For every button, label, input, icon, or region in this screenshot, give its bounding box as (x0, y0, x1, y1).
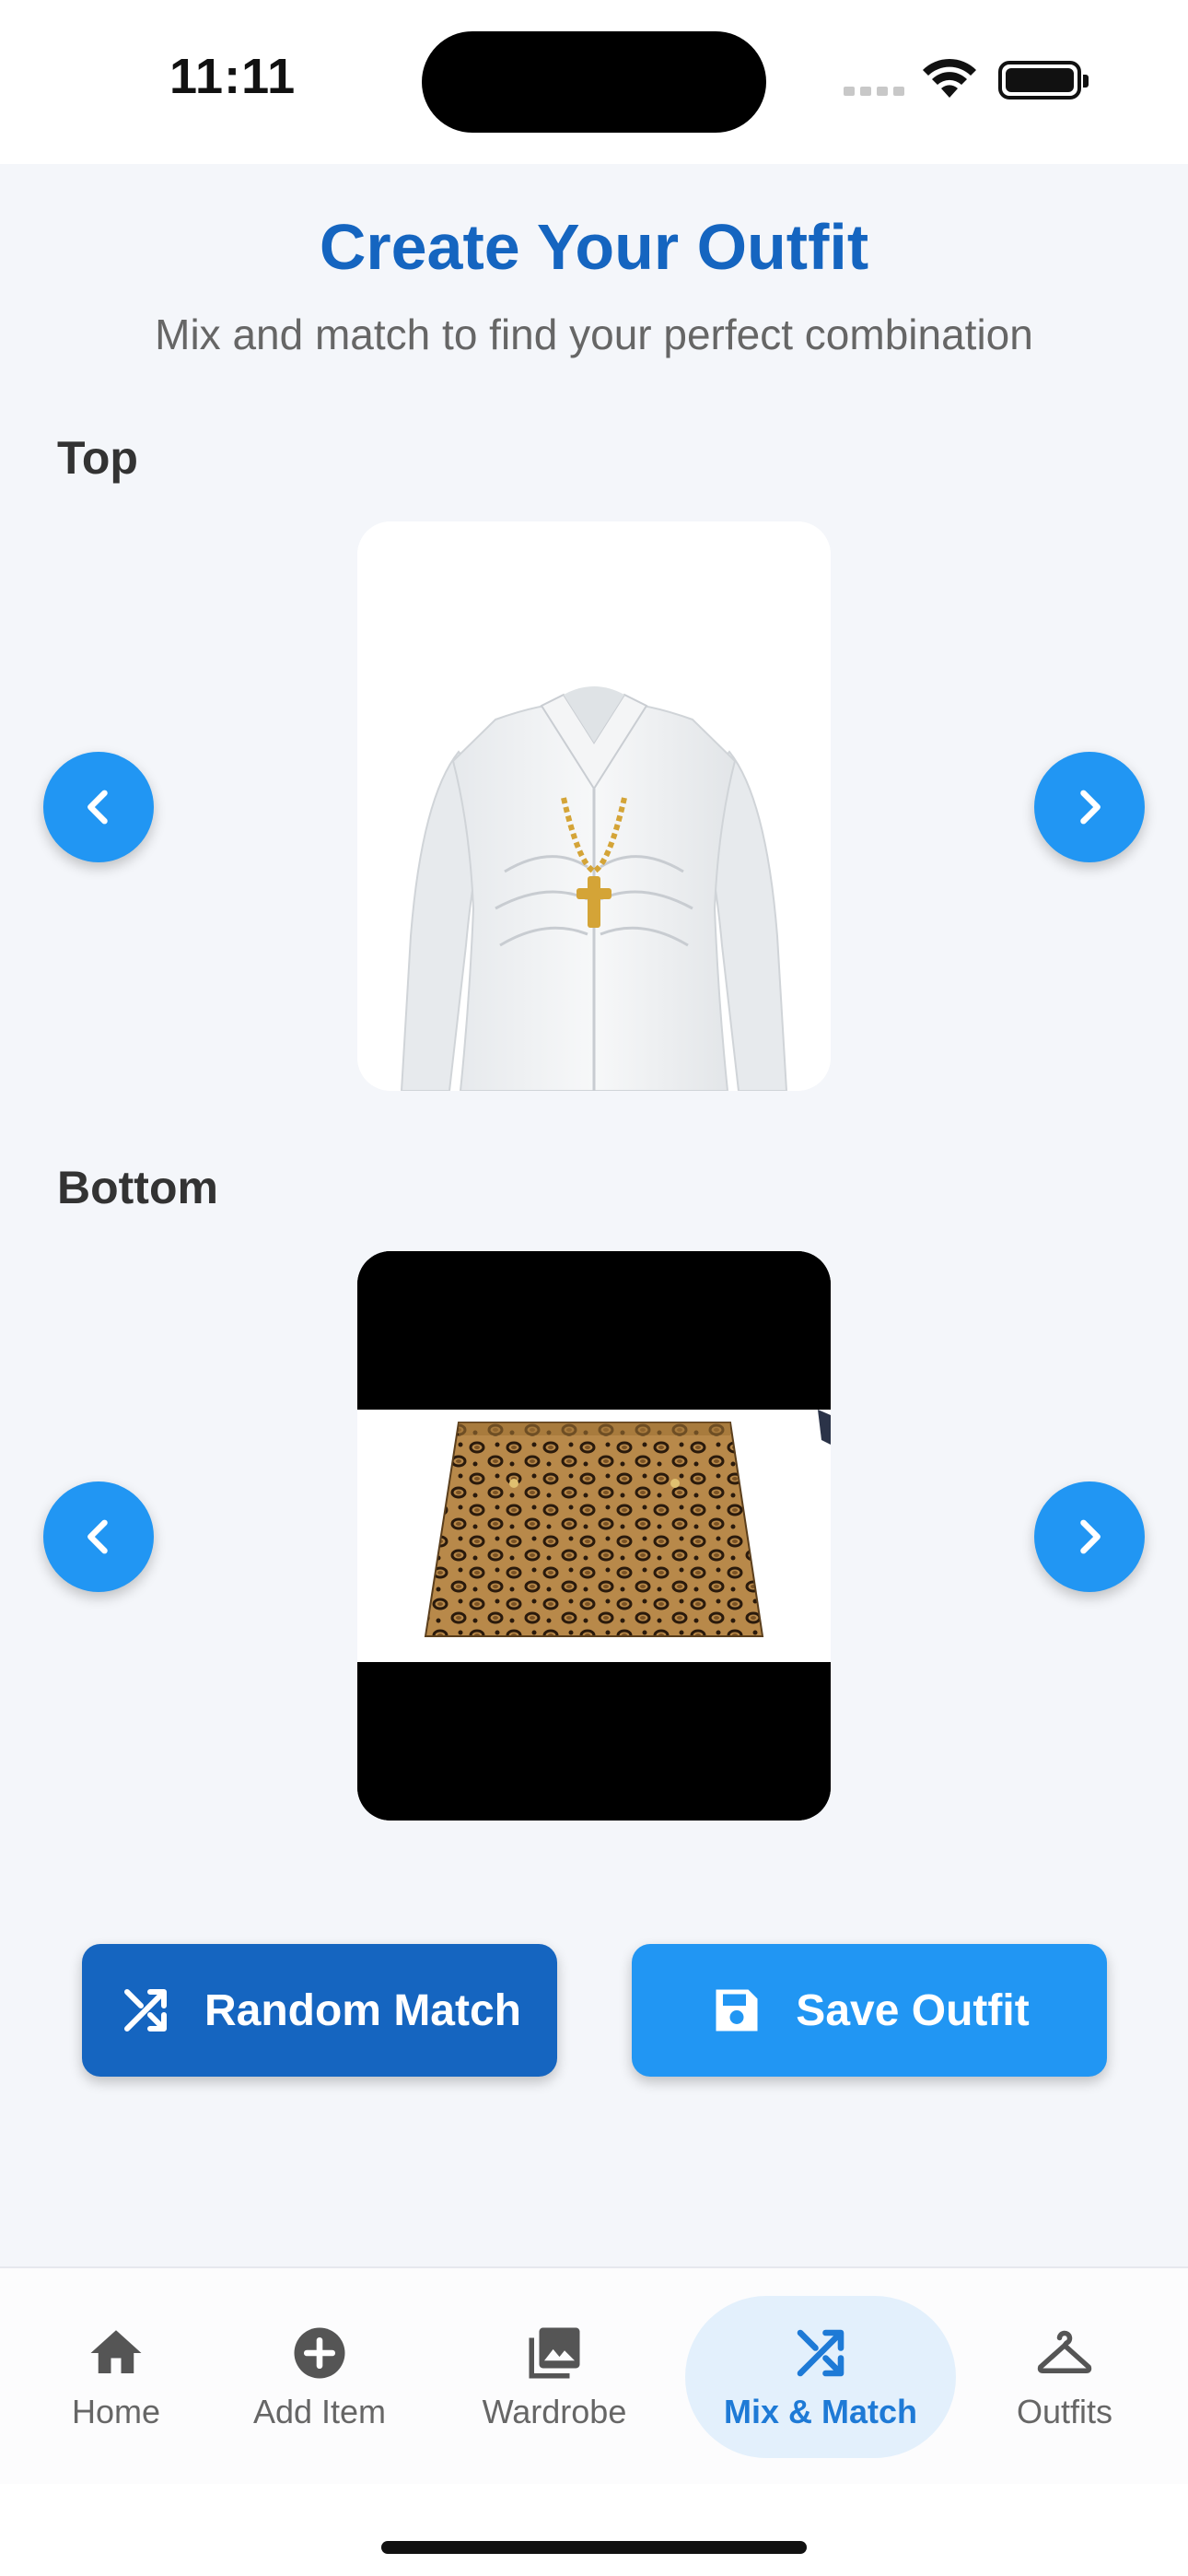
page-subtitle: Mix and match to find your perfect combi… (155, 310, 1033, 358)
tab-mix-match-label: Mix & Match (723, 2393, 918, 2430)
top-prev-button[interactable] (43, 752, 154, 862)
photo-library-icon (529, 2327, 580, 2379)
status-bar: 11:11 (0, 0, 1188, 164)
hanger-icon (1037, 2330, 1092, 2373)
tab-add-item-label: Add Item (252, 2393, 387, 2430)
random-match-label: Random Match (204, 1985, 521, 2035)
wifi-icon (923, 58, 976, 98)
chevron-left-icon (87, 790, 108, 825)
bottom-prev-button[interactable] (43, 1481, 154, 1592)
chevron-left-icon (87, 1519, 108, 1554)
top-item-image (357, 521, 831, 1091)
section-label-top: Top (57, 432, 138, 484)
shuffle-icon (123, 1989, 167, 2032)
shuffle-icon (797, 2329, 844, 2377)
add-circle-icon (294, 2327, 345, 2379)
random-match-button[interactable]: Random Match (82, 1944, 557, 2077)
save-outfit-button[interactable]: Save Outfit (632, 1944, 1107, 2077)
bottom-navigation: Home Add Item Wardrobe Mix & Match Outfi… (0, 2266, 1188, 2484)
bottom-item-image (357, 1251, 831, 1821)
section-label-bottom: Bottom (57, 1162, 218, 1213)
page-title: Create Your Outfit (319, 211, 869, 283)
home-icon (90, 2330, 142, 2373)
tab-add-item[interactable]: Add Item (241, 2296, 398, 2458)
bottom-next-button[interactable] (1034, 1481, 1145, 1592)
tab-wardrobe-label: Wardrobe (482, 2393, 627, 2430)
tab-home-label: Home (71, 2393, 161, 2430)
top-next-button[interactable] (1034, 752, 1145, 862)
tab-mix-match[interactable]: Mix & Match (685, 2296, 956, 2458)
save-icon (716, 1989, 758, 2032)
save-outfit-label: Save Outfit (796, 1985, 1030, 2035)
battery-icon (998, 61, 1089, 100)
home-indicator-area (0, 2484, 1188, 2576)
chevron-right-icon (1080, 790, 1101, 825)
tab-outfits-label: Outfits (1016, 2393, 1113, 2430)
tab-wardrobe[interactable]: Wardrobe (470, 2296, 639, 2458)
chevron-right-icon (1080, 1519, 1101, 1554)
status-time: 11:11 (169, 49, 297, 104)
cellular-signal-icon (844, 87, 904, 96)
tab-outfits[interactable]: Outfits (1000, 2296, 1129, 2458)
tab-home[interactable]: Home (52, 2296, 181, 2458)
home-indicator[interactable] (381, 2541, 807, 2554)
dynamic-island (422, 31, 766, 133)
